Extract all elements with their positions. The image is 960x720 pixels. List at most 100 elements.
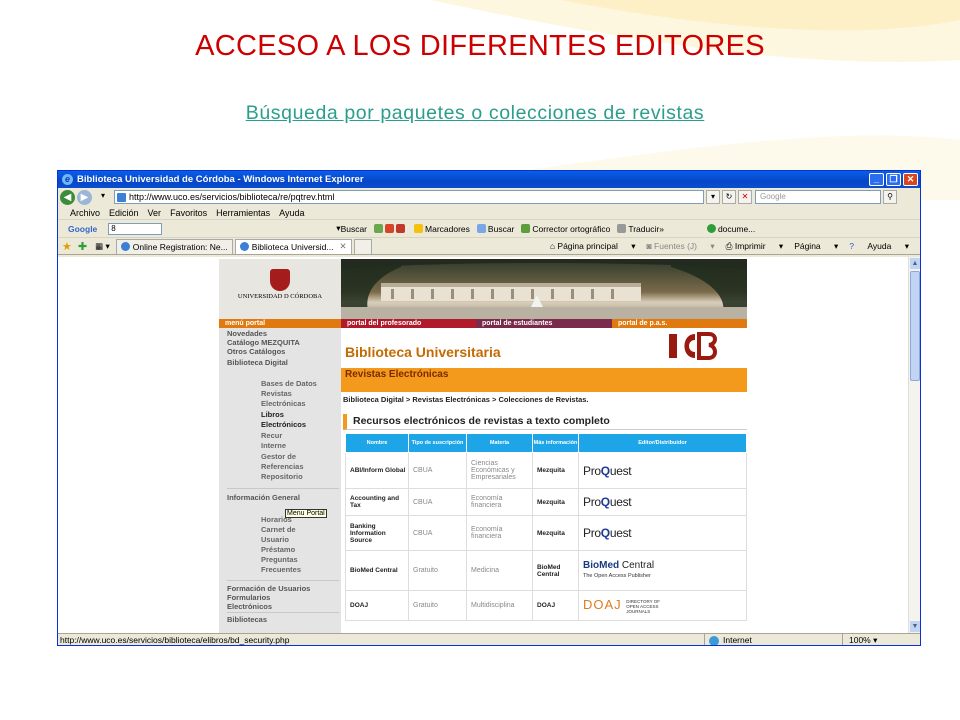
translate-button[interactable]: Traducir » — [617, 224, 664, 234]
zoom-level[interactable]: 100% ▾ — [842, 634, 920, 645]
menu-internet[interactable]: Interne — [261, 441, 286, 450]
menu-bases-datos[interactable]: Bases de Datos — [261, 379, 317, 388]
menu-gestor[interactable]: Gestor de — [261, 452, 296, 461]
menu-revistas[interactable]: Revistas — [261, 389, 292, 398]
cell-publisher[interactable]: BioMed Central The Open Access Publisher — [578, 550, 747, 591]
menu-bar: Archivo Edición Ver Favoritos Herramient… — [58, 206, 920, 220]
menu-formacion[interactable]: Formación de Usuarios — [227, 584, 310, 593]
home-button[interactable]: ⌂ Página principal ▾ — [550, 241, 636, 252]
menu-otros-catalogos[interactable]: Otros Catálogos — [227, 347, 285, 356]
scroll-up-icon[interactable]: ▲ — [910, 258, 920, 269]
google-search-dropdown[interactable]: ▾ Buscar — [336, 223, 367, 234]
google-toolbar-input[interactable]: 8 — [108, 222, 163, 235]
quick-tabs-icon[interactable]: ▦ ▾ — [95, 241, 110, 252]
history-dropdown-icon[interactable]: ▾ — [96, 190, 110, 204]
feeds-button[interactable]: ◙ Fuentes (J) ▾ — [647, 241, 715, 252]
nav-profesorado[interactable]: portal del profesorado — [341, 319, 476, 328]
table-row: Accounting and Tax CBUA Economía financi… — [345, 488, 747, 516]
menu-formularios[interactable]: Formularios — [227, 593, 270, 602]
menu-electronicos-form[interactable]: Electrónicos — [227, 602, 272, 611]
address-input[interactable]: http://www.uco.es/servicios/biblioteca/r… — [114, 190, 704, 204]
search-icon[interactable]: ⚲ — [883, 190, 897, 204]
menu-frecuentes[interactable]: Frecuentes — [261, 565, 301, 574]
toolbar-icons-group[interactable] — [374, 224, 407, 233]
minimize-button[interactable]: _ — [869, 173, 884, 186]
search-input[interactable]: Google — [755, 190, 881, 204]
menu-bibliotecas[interactable]: Bibliotecas — [227, 615, 267, 624]
spellcheck-button[interactable]: Corrector ortográfico — [521, 224, 610, 234]
cell-info[interactable]: Mezquita — [532, 488, 579, 516]
cell-name[interactable]: ABI/Inform Global — [345, 452, 409, 489]
vertical-scrollbar[interactable]: ▲ ▼ — [908, 257, 920, 633]
nav-pas[interactable]: portal de p.a.s. — [612, 319, 747, 328]
menu-mezquita[interactable]: Catálogo MEZQUITA — [227, 338, 300, 347]
cell-publisher[interactable]: ProQuest — [578, 452, 747, 489]
stop-icon[interactable]: ✕ — [738, 190, 752, 204]
scroll-down-icon[interactable]: ▼ — [910, 621, 920, 632]
status-dot-icon — [706, 224, 716, 233]
menu-electronicas[interactable]: Electrónicas — [261, 399, 306, 408]
print-button[interactable]: ⎙ Imprimir ▾ — [726, 241, 784, 252]
cell-info[interactable]: DOAJ — [532, 590, 579, 621]
menu-repositorio[interactable]: Repositorio — [261, 472, 303, 481]
help-menu-button[interactable]: ? Ayuda ▾ — [849, 241, 909, 252]
tab-online-registration[interactable]: Online Registration: Ne... — [115, 238, 233, 254]
menu-herramientas[interactable]: Herramientas — [216, 208, 270, 218]
status-bar: http://www.uco.es/servicios/biblioteca/e… — [58, 633, 920, 645]
collections-link[interactable]: Búsqueda por paquetes o colecciones de r… — [0, 102, 950, 125]
forward-icon[interactable]: ▶ — [77, 189, 92, 205]
favorites-star-icon[interactable]: ★ — [62, 240, 72, 253]
refresh-icon[interactable]: ↻ — [722, 190, 736, 204]
page-menu-button[interactable]: Página ▾ — [794, 241, 838, 252]
back-icon[interactable]: ◀ — [60, 189, 75, 205]
tab-ie-icon — [239, 242, 249, 251]
menu-referencias[interactable]: Referencias — [261, 462, 304, 471]
menu-ver[interactable]: Ver — [148, 208, 162, 218]
add-favorite-icon[interactable]: ✚ — [78, 240, 87, 253]
resources-table: Nombre Tipo de suscripción Materia Más i… — [345, 433, 747, 621]
cell-publisher[interactable]: ProQuest — [578, 515, 747, 551]
menu-biblioteca-digital[interactable]: Biblioteca Digital — [227, 358, 288, 367]
address-dropdown-icon[interactable]: ▾ — [706, 190, 720, 204]
menu-libros[interactable]: Libros — [261, 410, 284, 419]
menu-portal-tooltip: Menu Portal — [285, 509, 327, 518]
proquest-logo: ProQuest — [583, 463, 632, 478]
cell-name[interactable]: Accounting and Tax — [345, 488, 409, 516]
menu-edicion[interactable]: Edición — [109, 208, 139, 218]
menu-info-general[interactable]: Información General — [227, 493, 300, 502]
menu-preguntas[interactable]: Preguntas — [261, 555, 298, 564]
new-tab-button[interactable] — [353, 238, 372, 254]
scroll-thumb[interactable] — [910, 271, 920, 381]
menu-archivo[interactable]: Archivo — [70, 208, 100, 218]
library-page: UNIVERSIDAD D CÓRDOBA menú portal portal… — [219, 259, 747, 633]
menu-ayuda[interactable]: Ayuda — [279, 208, 304, 218]
cell-name[interactable]: Banking Information Source — [345, 515, 409, 551]
menu-recursos[interactable]: Recur — [261, 431, 282, 440]
bookmarks-button[interactable]: Marcadores — [414, 224, 470, 234]
menu-favoritos[interactable]: Favoritos — [170, 208, 207, 218]
cell-publisher[interactable]: DOAJ DIRECTORY OF OPEN ACCESS JOURNALS — [578, 590, 747, 621]
menu-novedades[interactable]: Novedades — [227, 329, 267, 338]
menu-electronicos[interactable]: Electrónicos — [261, 420, 306, 429]
tab-close-icon[interactable]: ✕ — [339, 241, 346, 252]
cell-name[interactable]: BioMed Central — [345, 550, 409, 591]
documents-button[interactable]: docume... — [706, 224, 755, 234]
close-button[interactable]: ✕ — [903, 173, 918, 186]
cell-name[interactable]: DOAJ — [345, 590, 409, 621]
menu-carnet[interactable]: Carnet de — [261, 525, 296, 534]
cell-info[interactable]: BioMed Central — [532, 550, 579, 591]
menu-prestamo[interactable]: Préstamo — [261, 545, 295, 554]
cell-info[interactable]: Mezquita — [532, 515, 579, 551]
nav-estudiantes[interactable]: portal de estudiantes — [476, 319, 612, 328]
menu-usuario[interactable]: Usuario — [261, 535, 289, 544]
cell-info[interactable]: Mezquita — [532, 452, 579, 489]
cell-type: CBUA — [408, 488, 467, 516]
find-button[interactable]: Buscar — [476, 224, 514, 234]
breadcrumb[interactable]: Biblioteca Digital > Revistas Electrónic… — [343, 395, 589, 404]
page-favicon — [117, 193, 126, 202]
cell-type: CBUA — [408, 515, 467, 551]
maximize-button[interactable]: ❐ — [886, 173, 901, 186]
cell-publisher[interactable]: ProQuest — [578, 488, 747, 516]
tab-biblioteca[interactable]: Biblioteca Universid... ✕ — [234, 238, 352, 254]
nav-menu-portal[interactable]: menú portal — [219, 319, 341, 328]
